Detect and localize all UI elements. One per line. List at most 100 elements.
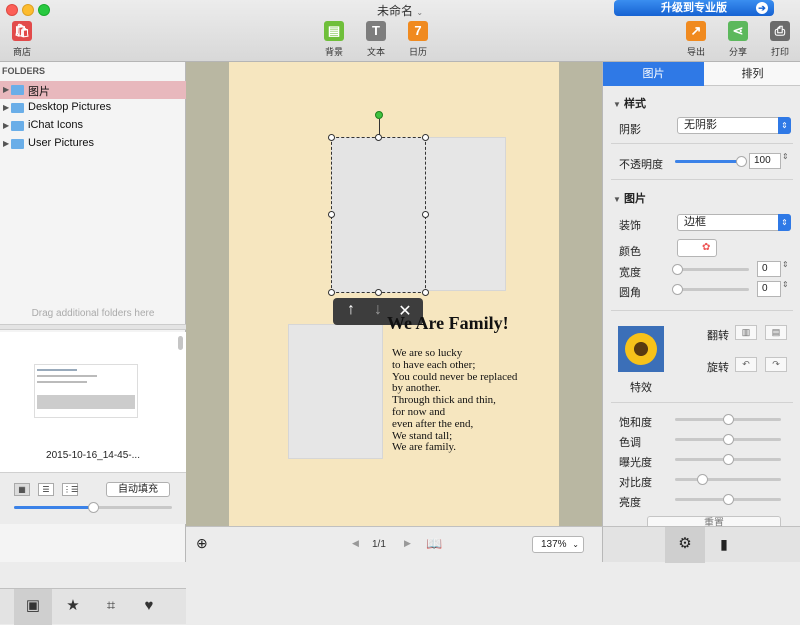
print-button[interactable]: ⎙ 打印 — [760, 21, 800, 58]
bring-forward-icon[interactable]: ↑ — [337, 301, 365, 319]
folder-item-pictures[interactable]: ▶ 图片 — [0, 81, 186, 99]
saturation-slider[interactable] — [675, 414, 781, 425]
corner-radius-field[interactable]: 0 — [757, 281, 781, 297]
book-icon[interactable]: 📖 — [426, 536, 442, 552]
opacity-slider[interactable] — [675, 156, 747, 167]
zoom-in-icon[interactable]: ⊕ — [196, 535, 208, 552]
folder-item-desktop-pictures[interactable]: ▶ Desktop Pictures — [0, 99, 186, 117]
disclosure-down-icon: ▼ — [613, 100, 621, 109]
tint-slider[interactable] — [675, 434, 781, 445]
width-stepper[interactable]: ⇕ — [782, 260, 789, 269]
slider-knob[interactable] — [672, 264, 683, 275]
slider-knob[interactable] — [672, 284, 683, 295]
sidebar-splitter[interactable] — [0, 324, 186, 330]
disclosure-triangle-icon[interactable]: ▶ — [3, 85, 9, 94]
brightness-slider[interactable] — [675, 494, 781, 505]
heart-icon[interactable]: ♥ — [130, 589, 168, 625]
thumbnail-size-slider[interactable] — [14, 502, 172, 513]
document-icon[interactable]: ▮ — [705, 527, 743, 563]
upgrade-button[interactable]: 升级到专业版 ➔ — [614, 0, 774, 16]
text-button[interactable]: T 文本 — [356, 21, 396, 58]
photo-thumbnail[interactable] — [34, 364, 138, 418]
contrast-label: 对比度 — [619, 477, 652, 489]
browser-scrollbar[interactable] — [178, 336, 183, 350]
folder-item-user-pictures[interactable]: ▶ User Pictures — [0, 135, 186, 153]
autofill-button[interactable]: 自动填充 — [106, 482, 170, 497]
selected-photo-placeholder[interactable] — [331, 137, 426, 293]
zoom-value: 137% — [541, 539, 567, 550]
resize-handle[interactable] — [422, 289, 429, 296]
tab-picture[interactable]: 图片 — [603, 62, 704, 86]
shadow-select[interactable]: 无阴影 ⇕ — [677, 117, 791, 134]
tab-arrange[interactable]: 排列 — [704, 62, 800, 86]
photo-placeholder[interactable] — [288, 324, 383, 459]
list-view-button[interactable]: ☰ — [38, 483, 54, 496]
previous-page-icon[interactable]: ◀ — [352, 538, 359, 549]
folder-icon — [11, 121, 24, 131]
reset-button[interactable]: 重置 — [647, 516, 781, 526]
effect-preview-image[interactable] — [618, 326, 664, 372]
corner-label: 圆角 — [619, 287, 641, 299]
resize-handle[interactable] — [375, 289, 382, 296]
rotation-handle[interactable] — [375, 111, 383, 119]
resize-handle[interactable] — [328, 289, 335, 296]
corner-stepper[interactable]: ⇕ — [782, 280, 789, 289]
border-width-slider[interactable] — [672, 264, 749, 275]
store-button[interactable]: 🛍 商店 — [2, 21, 42, 58]
opacity-value-field[interactable]: 100 — [749, 153, 781, 169]
slider-knob[interactable] — [88, 502, 99, 513]
next-page-icon[interactable]: ▶ — [404, 538, 411, 549]
decoration-select[interactable]: 边框 ⇕ — [677, 214, 791, 231]
resize-handle[interactable] — [328, 134, 335, 141]
slider-knob[interactable] — [736, 156, 747, 167]
resize-handle[interactable] — [422, 211, 429, 218]
resize-handle[interactable] — [375, 134, 382, 141]
divider — [611, 143, 793, 144]
slider-knob[interactable] — [696, 474, 708, 485]
star-icon[interactable]: ★ — [54, 589, 92, 625]
style-section-header[interactable]: ▼ 样式 — [613, 95, 646, 111]
disclosure-triangle-icon[interactable]: ▶ — [3, 139, 9, 148]
slider-knob[interactable] — [723, 494, 734, 505]
page-title-text[interactable]: We Are Family! — [387, 313, 509, 334]
rotate-right-button[interactable]: ↷ — [765, 357, 787, 372]
disclosure-triangle-icon[interactable]: ▶ — [3, 121, 9, 130]
background-button[interactable]: ▤ 背景 — [314, 21, 354, 58]
page[interactable]: ↑ ↓ ✕ We Are Family! We are so lucky to … — [229, 62, 559, 526]
opacity-stepper[interactable]: ⇕ — [782, 152, 789, 161]
calendar-label: 日历 — [408, 47, 427, 57]
title-toolbar: 未命名 ⌄ 升级到专业版 ➔ 🛍 商店 ▤ 背景 T 文本 7 日历 ↗ 导出 ⋖… — [0, 0, 800, 62]
flip-vertical-button[interactable]: ▤ — [765, 325, 787, 340]
slider-knob[interactable] — [723, 454, 734, 465]
rotate-left-button[interactable]: ↶ — [735, 357, 757, 372]
slider-knob[interactable] — [723, 434, 734, 445]
disclosure-triangle-icon[interactable]: ▶ — [3, 103, 9, 112]
corner-radius-slider[interactable] — [672, 284, 749, 295]
shadow-value: 无阴影 — [684, 119, 717, 131]
zoom-select[interactable]: 137% ⌄ — [532, 536, 584, 553]
flip-horizontal-button[interactable]: ▥ — [735, 325, 757, 340]
border-width-field[interactable]: 0 — [757, 261, 781, 277]
picture-section-header[interactable]: ▼ 图片 — [613, 190, 646, 206]
drag-hint: Drag additional folders here — [31, 308, 155, 319]
color-well[interactable]: ✿ — [677, 239, 717, 257]
export-button[interactable]: ↗ 导出 — [676, 21, 716, 58]
title-chevron-icon[interactable]: ⌄ — [416, 8, 423, 17]
frame-icon[interactable]: ⌗ — [92, 589, 130, 625]
exposure-slider[interactable] — [675, 454, 781, 465]
resize-handle[interactable] — [328, 211, 335, 218]
folder-item-ichat-icons[interactable]: ▶ iChat Icons — [0, 117, 186, 135]
gear-icon[interactable]: ⚙ — [665, 527, 705, 563]
poem-text[interactable]: We are so lucky to have each other; You … — [392, 347, 552, 454]
contrast-slider[interactable] — [675, 474, 781, 485]
calendar-button[interactable]: 7 日历 — [398, 21, 438, 58]
detail-view-button[interactable]: ⋮☰ — [62, 483, 78, 496]
grid-view-button[interactable]: ▦ — [14, 483, 30, 496]
thumbnail-caption: 2015-10-16_14-45-... — [46, 450, 140, 461]
slider-knob[interactable] — [723, 414, 734, 425]
shopping-bag-icon: 🛍 — [12, 21, 32, 41]
share-button[interactable]: ⋖ 分享 — [718, 21, 758, 58]
photos-tab-icon[interactable]: ▣ — [14, 589, 52, 625]
folder-icon — [11, 139, 24, 149]
resize-handle[interactable] — [422, 134, 429, 141]
